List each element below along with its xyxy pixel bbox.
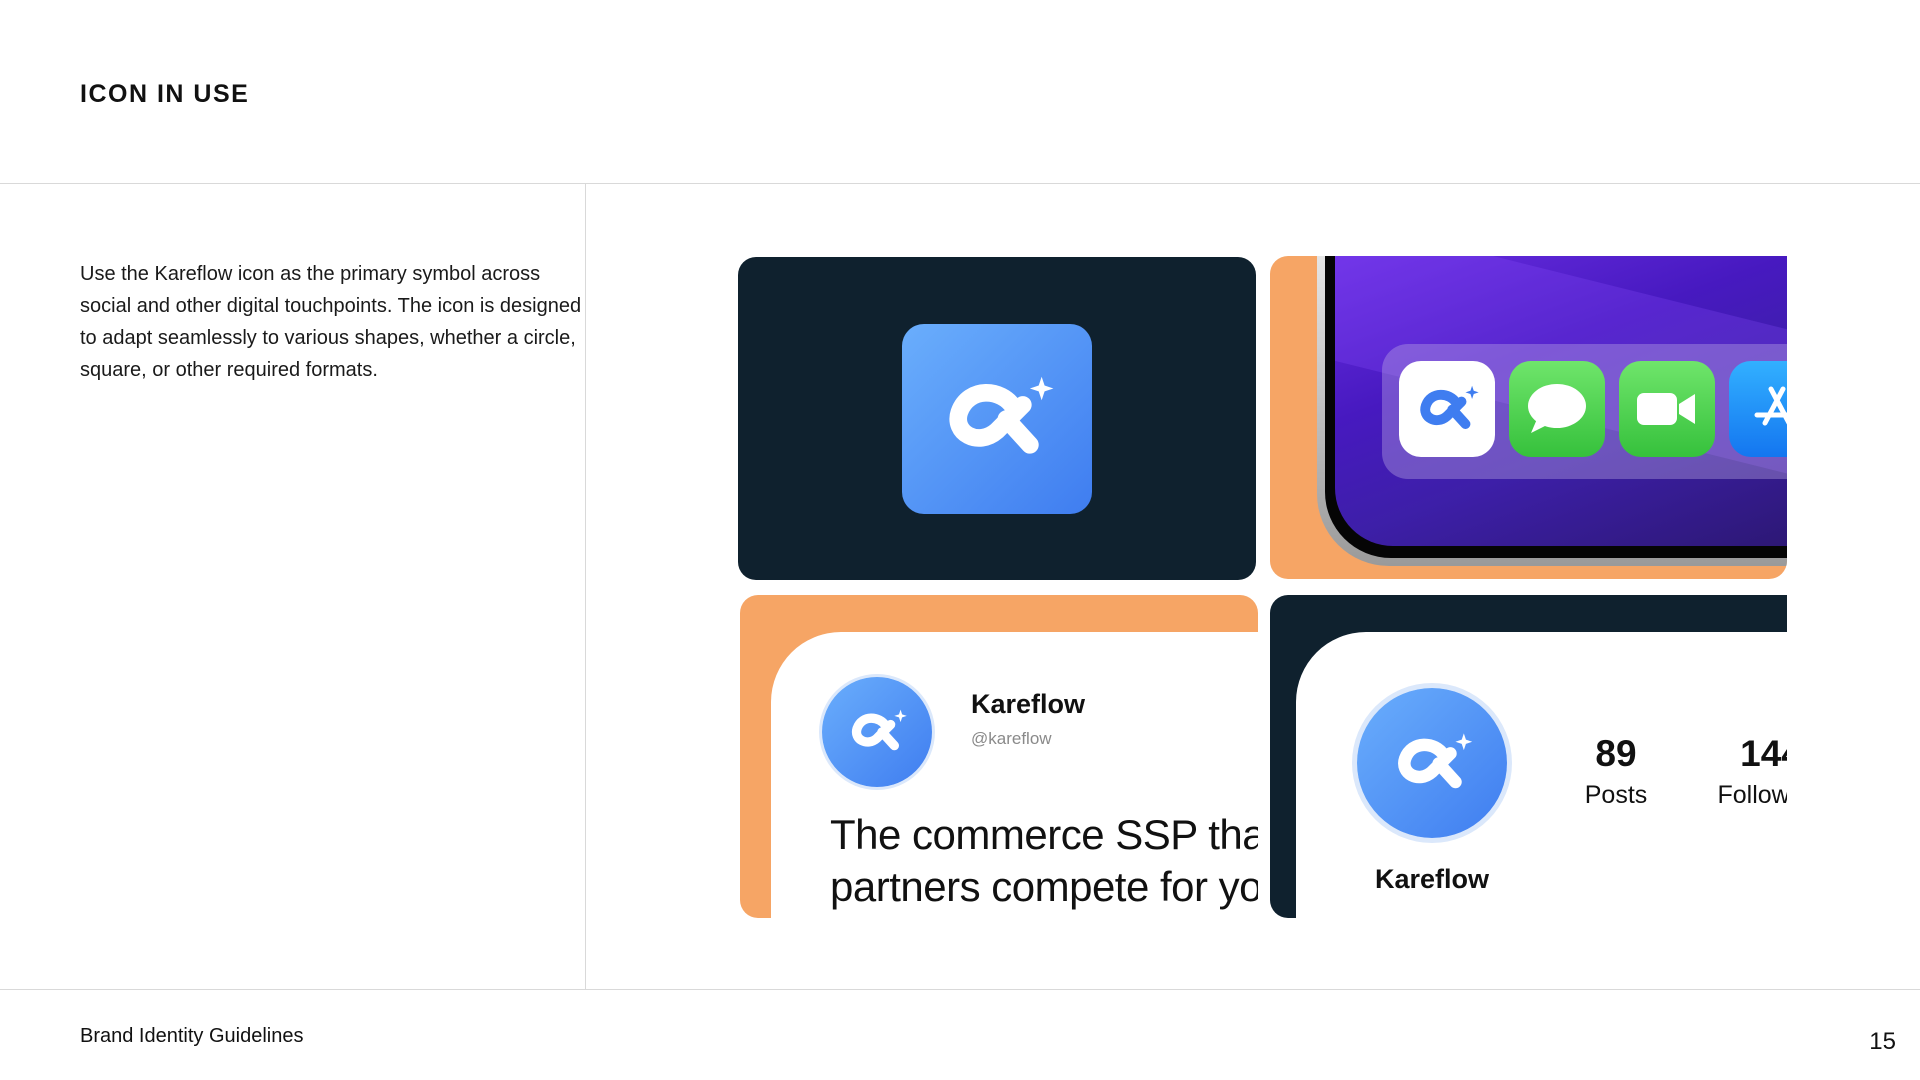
dock-app-kareflow	[1399, 361, 1495, 457]
messages-icon	[1528, 384, 1586, 433]
description-text: Use the Kareflow icon as the primary sym…	[80, 263, 582, 381]
post-avatar	[822, 677, 932, 787]
profile-name: Kareflow	[1374, 864, 1490, 894]
stat-posts: 89 Posts	[1561, 732, 1671, 814]
kareflow-avatar-icon	[846, 707, 908, 757]
profile-card: Kareflow 89 Posts 144 Followers	[1296, 632, 1787, 918]
phone-screen	[1335, 256, 1787, 546]
column-divider	[585, 183, 586, 989]
header-divider	[0, 183, 1920, 184]
post-card: Kareflow @kareflow The commerce SSP that…	[771, 632, 1258, 918]
footer-title: Brand Identity Guidelines	[80, 1025, 304, 1047]
stat-followers-label: Followers	[1717, 781, 1788, 809]
stat-posts-label: Posts	[1584, 781, 1648, 809]
post-account-handle: @kareflow	[971, 729, 1052, 748]
profile-avatar	[1357, 688, 1507, 838]
social-post-tile: Kareflow @kareflow The commerce SSP that…	[740, 595, 1258, 918]
kareflow-logo-icon	[938, 372, 1056, 466]
app-icon-tile	[738, 257, 1256, 580]
kareflow-profile-icon	[1390, 730, 1474, 797]
kareflow-app-icon	[1414, 383, 1480, 436]
app-store-icon	[1754, 386, 1787, 426]
stat-followers: 144 Followers	[1696, 732, 1788, 814]
footer-divider	[0, 989, 1920, 990]
phone-bezel	[1325, 256, 1787, 558]
app-icon-square	[902, 324, 1092, 514]
dock-app-messages	[1509, 361, 1605, 457]
post-text: The commerce SSP that partners compete f…	[830, 811, 1258, 910]
stat-followers-value: 144	[1740, 733, 1787, 774]
dock-app-facetime	[1619, 361, 1715, 457]
dock-app-store	[1729, 361, 1787, 457]
post-account-name: Kareflow	[971, 689, 1086, 719]
page-number: 15	[1869, 1028, 1896, 1055]
stat-posts-value: 89	[1595, 733, 1637, 774]
phone-frame	[1317, 256, 1787, 566]
phone-dock-tile	[1270, 256, 1787, 579]
app-dock	[1382, 344, 1787, 479]
profile-tile: Kareflow 89 Posts 144 Followers	[1270, 595, 1787, 918]
page-header-title: ICON IN USE	[80, 80, 250, 108]
facetime-icon	[1637, 393, 1695, 425]
